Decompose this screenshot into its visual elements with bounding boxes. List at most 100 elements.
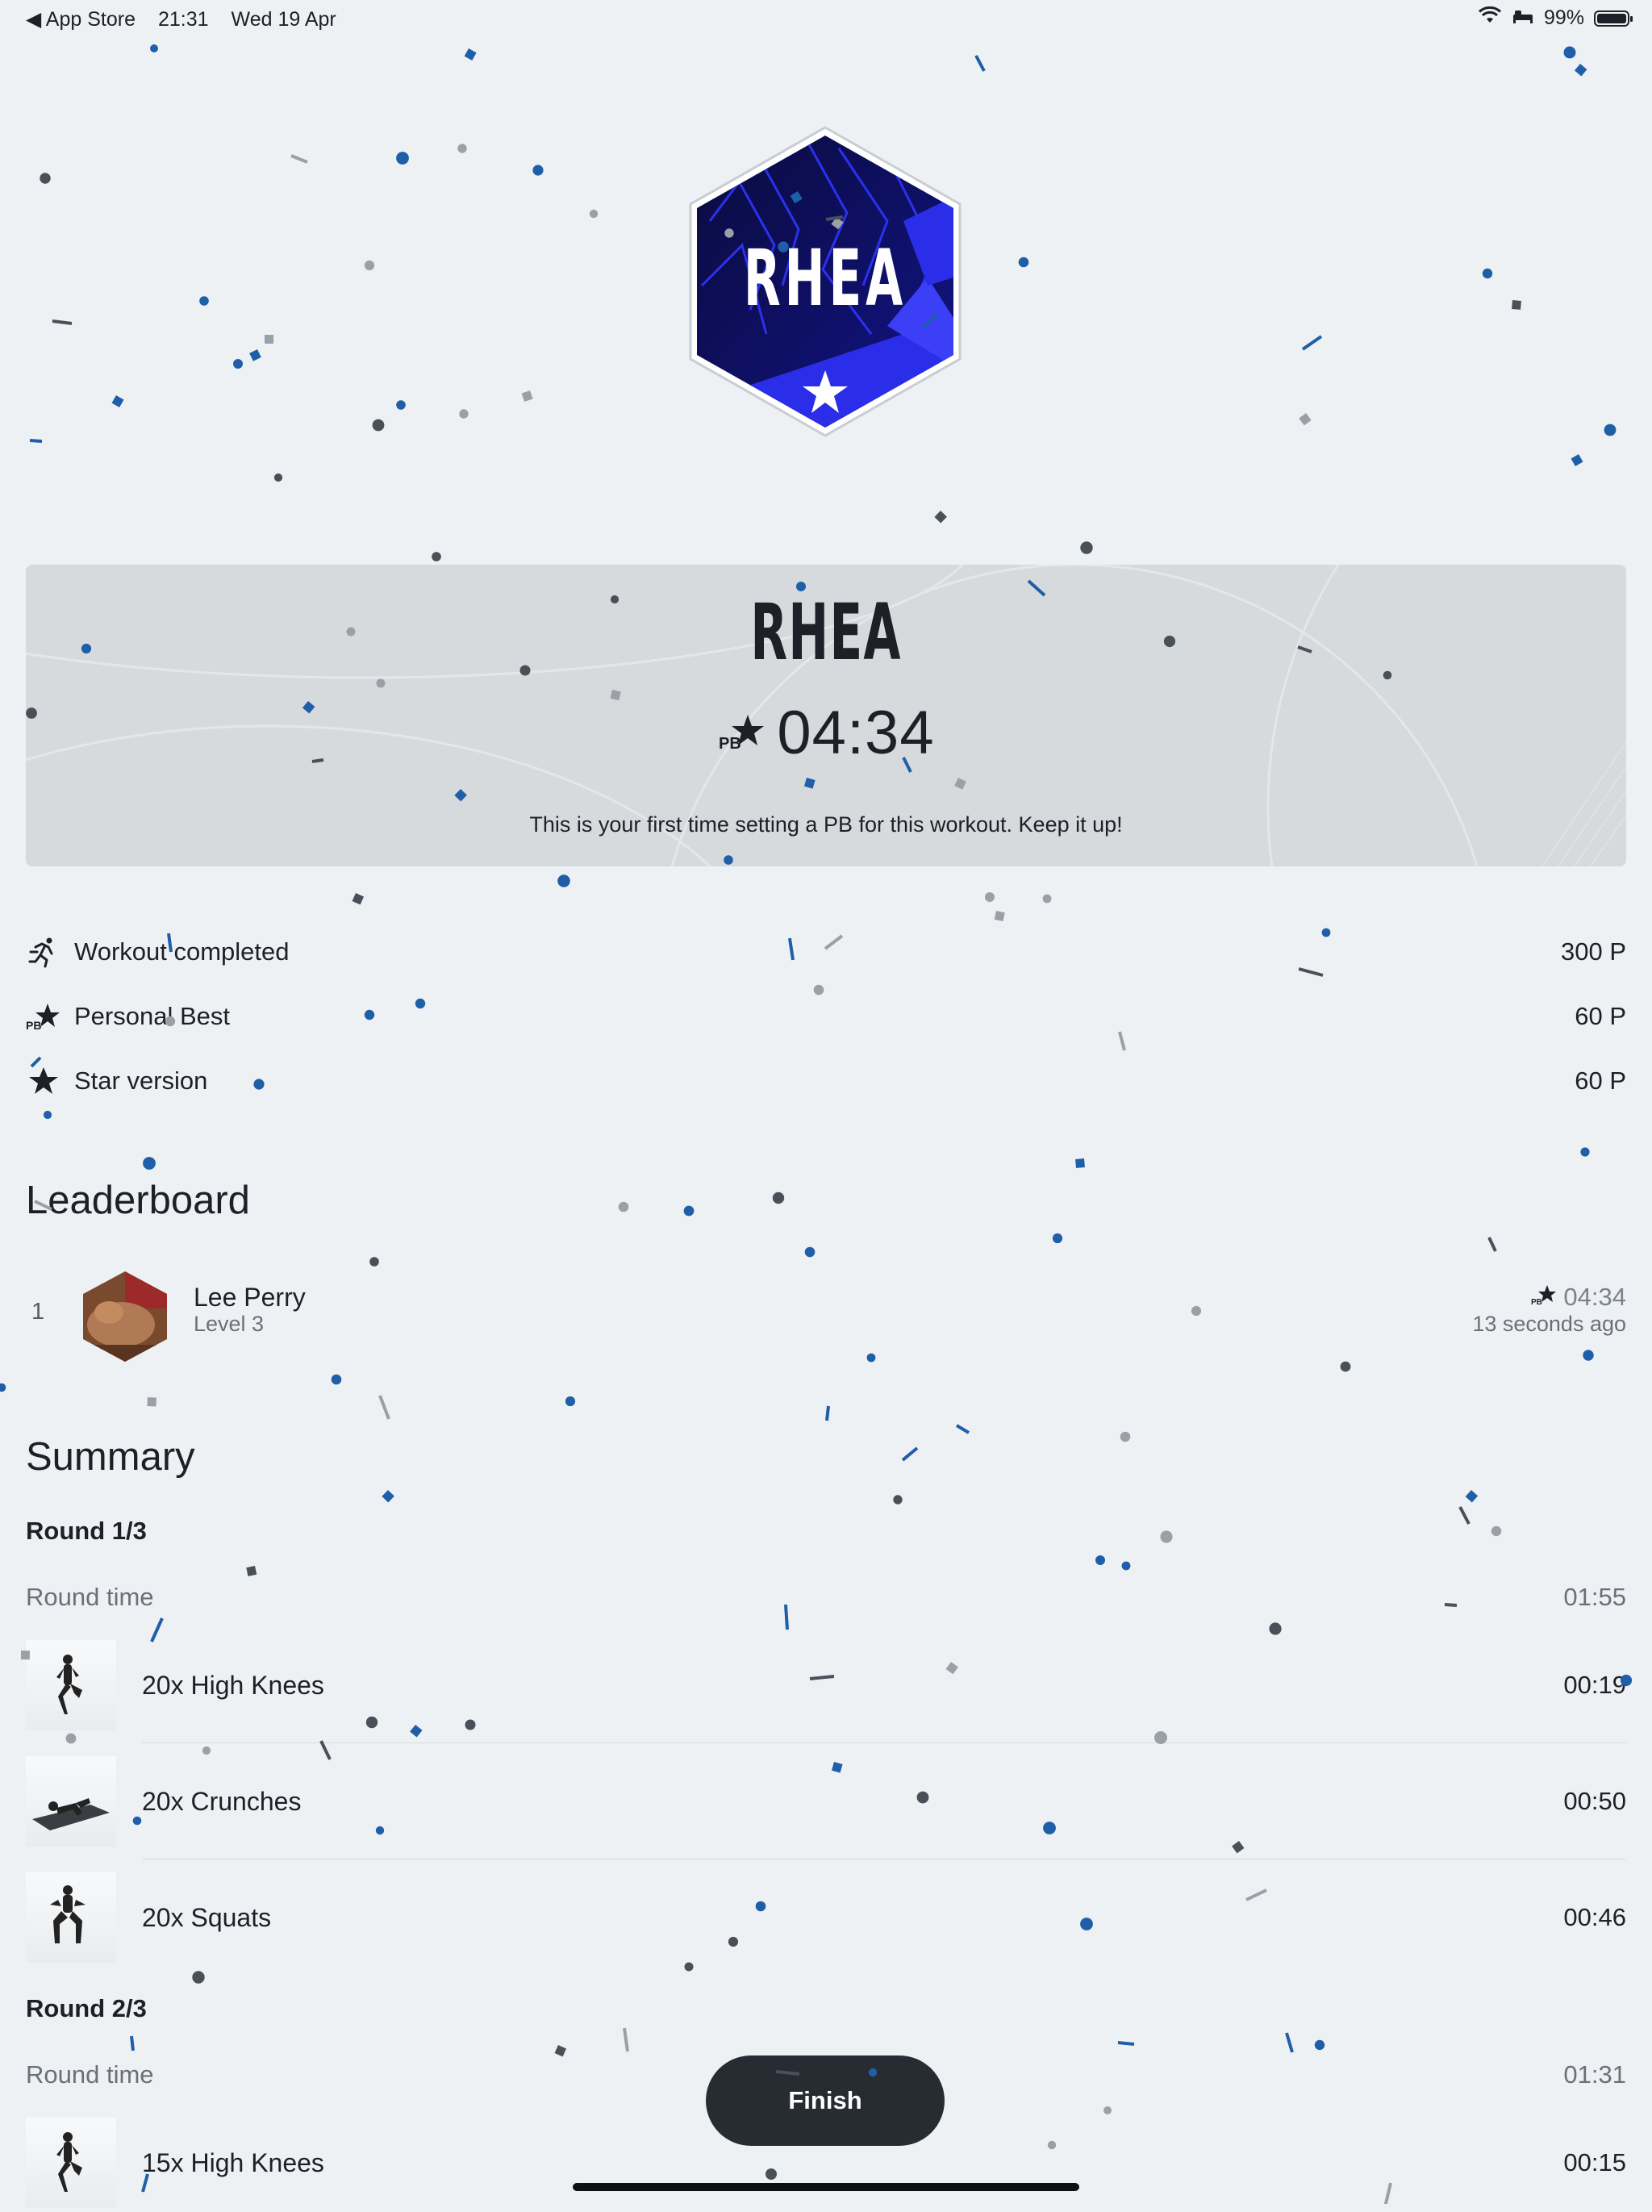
points-value: 60 P (1575, 1002, 1626, 1030)
star-icon (26, 1063, 61, 1099)
exercise-name: 15x High Knees (142, 2148, 324, 2177)
round-time-label: Round time (26, 1583, 154, 1611)
exercise-row[interactable]: 20x Squats 00:46 (26, 1872, 1626, 1963)
finish-button[interactable]: Finish (706, 2055, 945, 2146)
confetti-piece (1299, 412, 1312, 426)
exercise-name: 20x High Knees (142, 1671, 324, 1700)
confetti-piece (565, 1396, 576, 1407)
confetti-piece (199, 296, 209, 306)
exercise-name: 20x Crunches (142, 1787, 302, 1816)
leaderboard-time: PB 04:34 (1531, 1283, 1626, 1312)
back-to-app-store-link[interactable]: ◀ App Store (26, 7, 136, 31)
round-label: Round 2/3 (26, 1994, 147, 2022)
confetti-piece (1075, 1158, 1085, 1168)
confetti-piece (265, 335, 273, 344)
confetti-piece (150, 1617, 164, 1642)
leaderboard-time-value: 04:34 (1563, 1283, 1626, 1311)
confetti-piece (1269, 1622, 1282, 1635)
confetti-piece (955, 1424, 970, 1434)
confetti-piece (364, 260, 375, 271)
confetti-piece (396, 400, 406, 410)
confetti-piece (378, 1395, 390, 1420)
points-label: Personal Best (74, 1002, 230, 1030)
exercise-time: 00:19 (1563, 1671, 1626, 1699)
exercise-time: 00:46 (1563, 1903, 1626, 1931)
confetti-piece (290, 154, 308, 164)
confetti-piece (1018, 257, 1029, 268)
confetti-piece (246, 1565, 257, 1577)
svg-text:PB: PB (26, 1019, 41, 1031)
confetti-piece (994, 911, 1005, 922)
confetti-piece (934, 511, 947, 524)
confetti-piece (396, 152, 409, 165)
badge-name: RHEA (743, 233, 907, 323)
exercise-row[interactable]: 20x Crunches 00:50 (26, 1756, 1626, 1847)
exercise-thumbnail (26, 1640, 116, 1730)
points-row-workout: Workout completed 300 P (26, 932, 1626, 972)
personal-best-card: RHEA PB 04:34 This is your first time se… (26, 565, 1626, 866)
workout-badge: RHEA (686, 124, 965, 439)
confetti-piece (150, 44, 158, 52)
confetti-piece (1604, 424, 1617, 436)
confetti-piece (1314, 2039, 1325, 2051)
wifi-icon (1478, 6, 1502, 30)
confetti-piece (893, 1495, 903, 1505)
confetti-piece (143, 1157, 156, 1170)
confetti-piece (1580, 1147, 1590, 1157)
running-person-icon (26, 934, 61, 970)
pb-label: PB (719, 735, 741, 750)
confetti-piece (557, 874, 570, 887)
points-label: Star version (74, 1066, 208, 1095)
confetti-piece (532, 165, 544, 176)
round-time-value: 01:55 (1563, 1583, 1626, 1611)
confetti-piece (457, 144, 467, 153)
points-label: Workout completed (74, 937, 290, 966)
confetti-piece (202, 1746, 211, 1755)
confetti-piece (554, 2045, 567, 2057)
confetti-piece (65, 1733, 77, 1744)
confetti-piece (1574, 63, 1587, 77)
confetti-piece (147, 1397, 156, 1407)
confetti-piece (901, 1446, 919, 1462)
confetti-piece (192, 1971, 205, 1984)
confetti-piece (233, 359, 243, 369)
round-time-value: 01:31 (1563, 2060, 1626, 2089)
status-date: Wed 19 Apr (231, 7, 336, 31)
home-indicator[interactable] (573, 2183, 1079, 2191)
exercise-thumbnail (26, 1872, 116, 1963)
confetti-piece (1052, 1233, 1063, 1244)
points-row-pb: PB Personal Best 60 P (26, 996, 1626, 1037)
confetti-piece (331, 1374, 342, 1385)
confetti-piece (985, 892, 995, 902)
confetti-piece (1465, 1490, 1479, 1503)
confetti-piece (623, 2027, 629, 2052)
battery-icon (1594, 10, 1633, 27)
confetti-piece (372, 419, 385, 432)
battery-percent: 99% (1543, 6, 1584, 29)
leaderboard-row[interactable]: 1 Lee Perry Level 3 PB 04:34 13 seconds … (26, 1260, 1626, 1365)
exercise-name: 20x Squats (142, 1903, 272, 1932)
confetti-piece (589, 209, 599, 219)
confetti-piece (683, 1205, 695, 1217)
leaderboard-level: Level 3 (194, 1312, 265, 1336)
confetti-piece (0, 1383, 6, 1392)
confetti-piece (29, 439, 43, 443)
confetti-piece (273, 473, 283, 482)
confetti-piece (1458, 1506, 1471, 1525)
exercise-thumbnail (26, 2118, 116, 2208)
confetti-piece (974, 55, 986, 72)
leaderboard-title: Leaderboard (26, 1179, 250, 1222)
confetti-piece (1103, 2106, 1112, 2114)
confetti-piece (1491, 1525, 1502, 1537)
exercise-row[interactable]: 20x High Knees 00:19 (26, 1640, 1626, 1730)
confetti-piece (1512, 300, 1521, 310)
confetti-piece (1482, 268, 1493, 279)
confetti-piece (521, 390, 533, 402)
summary-title: Summary (26, 1435, 195, 1479)
exercise-thumbnail (26, 1756, 116, 1847)
confetti-piece (464, 48, 477, 61)
confetti-piece (813, 984, 824, 995)
confetti-piece (1301, 335, 1323, 351)
confetti-piece (432, 552, 441, 561)
avatar (77, 1268, 173, 1365)
